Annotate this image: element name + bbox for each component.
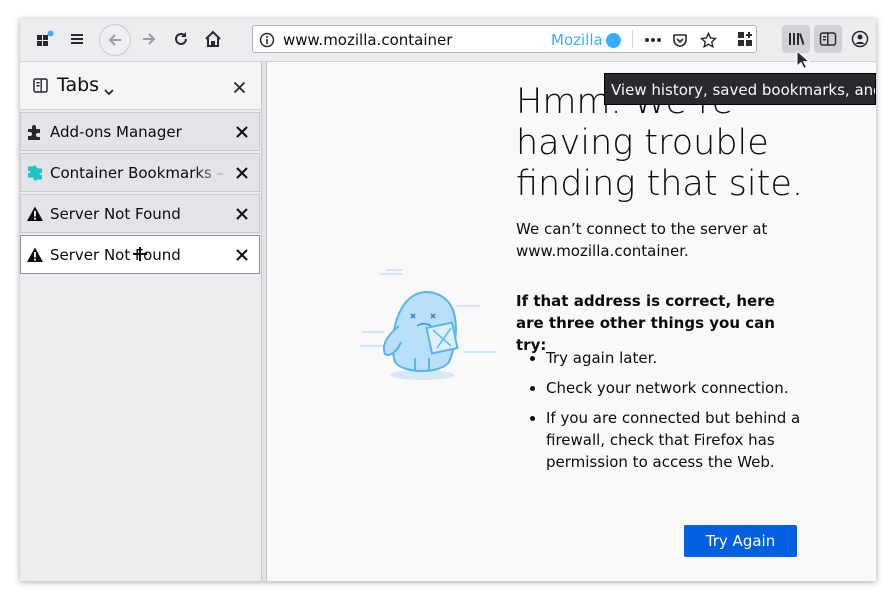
sidebar-tab-container-bookmarks[interactable]: Container Bookmarks – G — [20, 153, 260, 192]
reload-icon[interactable] — [167, 25, 195, 53]
container-bookmarks-icon — [26, 164, 44, 182]
url-separator — [632, 30, 633, 48]
puzzle-icon — [26, 123, 44, 141]
error-message: We can’t connect to the server at www.mo… — [516, 220, 768, 260]
warning-icon — [26, 205, 44, 223]
error-illustration — [357, 262, 507, 391]
tab-close-icon[interactable] — [235, 247, 251, 263]
tab-close-icon[interactable] — [235, 124, 251, 140]
sidebar-icon[interactable] — [814, 25, 842, 53]
account-icon[interactable] — [846, 25, 874, 53]
sidebar-tabs-icon — [33, 78, 48, 97]
container-indicator-icon — [606, 33, 621, 48]
info-icon[interactable] — [257, 30, 277, 50]
navigation-toolbar: www.mozilla.container Mozilla — [20, 19, 876, 62]
containers-icon[interactable] — [31, 25, 59, 53]
url-bar[interactable]: www.mozilla.container Mozilla — [252, 25, 757, 53]
sidebar-title[interactable]: Tabs — [57, 74, 99, 96]
bookmark-star-icon[interactable] — [698, 30, 718, 50]
pocket-icon[interactable] — [670, 30, 690, 50]
extensions-icon[interactable] — [731, 25, 759, 53]
forward-icon[interactable] — [135, 25, 163, 53]
tab-close-icon[interactable] — [235, 206, 251, 222]
sidebar-header: Tabs — [20, 62, 261, 110]
suggestion-list: Try again later. Check your network conn… — [516, 347, 806, 481]
tab-label: Container Bookmarks – G — [50, 164, 230, 182]
list-item: Check your network connection. — [546, 377, 806, 399]
menu-icon[interactable] — [63, 25, 91, 53]
tab-close-icon[interactable] — [235, 165, 251, 181]
chevron-down-icon[interactable] — [104, 81, 114, 100]
try-again-button[interactable]: Try Again — [684, 525, 797, 557]
home-icon[interactable] — [199, 25, 227, 53]
new-tab-plus-icon[interactable] — [131, 245, 149, 263]
warning-icon — [26, 246, 44, 264]
sidebar-close-icon[interactable] — [233, 79, 246, 98]
sidebar-tab-addons[interactable]: Add-ons Manager — [20, 112, 260, 151]
mouse-cursor-icon — [796, 49, 811, 74]
list-item: If you are connected but behind a firewa… — [546, 407, 806, 473]
sidebar-tab-server-not-found-1[interactable]: Server Not Found — [20, 194, 260, 233]
page-actions-icon[interactable] — [643, 30, 663, 50]
error-page: Hmm. We’re having trouble finding that s… — [267, 62, 876, 581]
container-label: Mozilla — [551, 31, 603, 49]
url-text[interactable]: www.mozilla.container — [283, 31, 452, 49]
tab-label: Add-ons Manager — [50, 123, 182, 141]
tabs-sidebar: Tabs Add-ons Manager Container Bookmarks… — [20, 62, 261, 581]
back-icon[interactable] — [99, 24, 131, 56]
library-icon[interactable] — [782, 25, 810, 53]
library-tooltip: View history, saved bookmarks, and more — [604, 73, 876, 105]
tab-label: Server Not Found — [50, 205, 181, 223]
list-item: Try again later. — [546, 347, 806, 369]
